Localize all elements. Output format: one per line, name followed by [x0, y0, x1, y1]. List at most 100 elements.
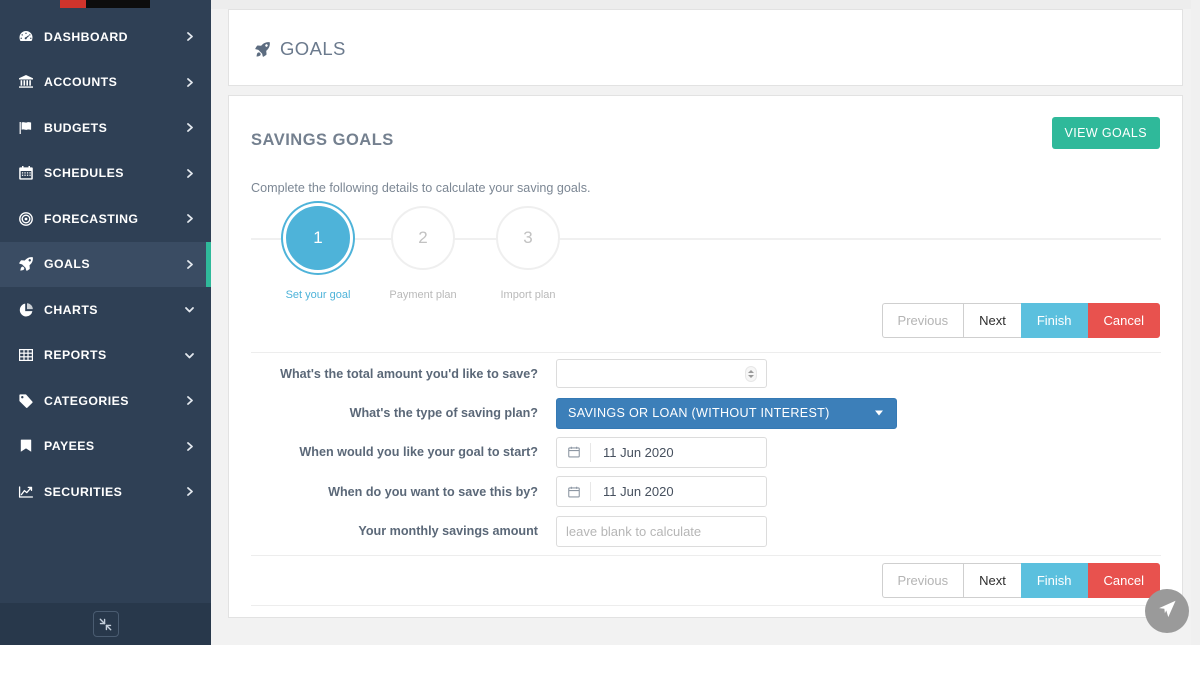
right-strip: [1191, 0, 1200, 675]
step-number-circle[interactable]: 1: [286, 206, 350, 270]
form-label: When would you like your goal to start?: [251, 445, 556, 459]
page-title: GOALS: [254, 38, 346, 60]
stepper-up-icon: [748, 370, 754, 373]
next-button[interactable]: Next: [963, 303, 1021, 338]
app-root: DASHBOARD ACCOUNTS BUDGETS: [0, 0, 1200, 675]
calendar-icon: [18, 165, 44, 181]
sidebar-item-budgets[interactable]: BUDGETS: [0, 105, 211, 151]
end-date-field[interactable]: 11 Jun 2020: [556, 476, 767, 507]
next-button[interactable]: Next: [963, 563, 1021, 598]
saving-plan-selected-value: SAVINGS OR LOAN (WITHOUT INTEREST): [568, 406, 830, 420]
step-caption: Import plan: [493, 289, 563, 301]
chevron-right-icon: [184, 259, 195, 270]
page-title-text: GOALS: [280, 38, 346, 60]
chevron-down-icon: [184, 304, 195, 315]
sidebar-item-accounts[interactable]: ACCOUNTS: [0, 60, 211, 106]
form-control: [556, 359, 767, 388]
sidebar-item-reports[interactable]: REPORTS: [0, 333, 211, 379]
form-row-end-date: When do you want to save this by? 11 Jun…: [251, 472, 1161, 511]
number-stepper[interactable]: [745, 366, 757, 382]
form-row-monthly-amount: Your monthly savings amount: [251, 512, 1161, 551]
bookmark-icon: [18, 438, 44, 454]
previous-button[interactable]: Previous: [882, 303, 964, 338]
sidebar-item-securities[interactable]: SECURITIES: [0, 469, 211, 515]
calendar-icon[interactable]: [557, 482, 591, 501]
savings-goal-form: What's the total amount you'd like to sa…: [251, 354, 1161, 551]
sidebar-item-dashboard[interactable]: DASHBOARD: [0, 14, 211, 60]
chevron-right-icon: [184, 395, 195, 406]
sidebar-item-schedules[interactable]: SCHEDULES: [0, 151, 211, 197]
compress-icon[interactable]: [93, 611, 119, 637]
total-amount-input[interactable]: [556, 359, 767, 388]
chevron-right-icon: [184, 77, 195, 88]
wizard-step-1[interactable]: 1 Set your goal: [283, 203, 353, 301]
total-amount-wrapper: [556, 359, 767, 388]
app-logo[interactable]: [0, 0, 211, 8]
cancel-button[interactable]: Cancel: [1088, 303, 1160, 338]
chevron-right-icon: [184, 122, 195, 133]
sidebar-item-payees[interactable]: PAYEES: [0, 424, 211, 470]
sidebar-item-label: SCHEDULES: [44, 166, 184, 180]
wizard-step-3[interactable]: 3 Import plan: [493, 203, 563, 301]
bottom-strip: [0, 645, 1200, 675]
send-feedback-fab[interactable]: [1145, 589, 1189, 633]
sidebar-item-label: PAYEES: [44, 439, 184, 453]
view-goals-button[interactable]: VIEW GOALS: [1052, 117, 1161, 149]
card-title: SAVINGS GOALS: [251, 131, 394, 150]
form-control: [556, 516, 767, 547]
sidebar: DASHBOARD ACCOUNTS BUDGETS: [0, 0, 211, 645]
savings-goals-card: SAVINGS GOALS VIEW GOALS Complete the fo…: [228, 95, 1183, 618]
target-icon: [18, 211, 44, 227]
sidebar-item-goals[interactable]: GOALS: [0, 242, 211, 288]
chevron-right-icon: [184, 441, 195, 452]
form-label: What's the total amount you'd like to sa…: [251, 367, 556, 381]
chevron-right-icon: [184, 31, 195, 42]
finish-button[interactable]: Finish: [1021, 303, 1088, 338]
step-number-circle[interactable]: 3: [496, 206, 560, 270]
monthly-savings-input[interactable]: [556, 516, 767, 547]
wizard-stepper: 1 Set your goal 2 Payment plan 3 Import …: [251, 203, 1161, 303]
form-row-total-amount: What's the total amount you'd like to sa…: [251, 354, 1161, 393]
sidebar-item-charts[interactable]: CHARTS: [0, 287, 211, 333]
sidebar-item-label: ACCOUNTS: [44, 75, 184, 89]
table-icon: [18, 347, 44, 363]
saving-plan-select[interactable]: SAVINGS OR LOAN (WITHOUT INTEREST): [556, 398, 897, 429]
flag-icon: [18, 120, 44, 136]
chevron-down-icon: [184, 350, 195, 361]
form-row-start-date: When would you like your goal to start? …: [251, 433, 1161, 472]
divider: [251, 605, 1161, 606]
send-icon: [1157, 598, 1178, 624]
sidebar-item-label: DASHBOARD: [44, 30, 184, 44]
form-control: SAVINGS OR LOAN (WITHOUT INTEREST): [556, 398, 897, 429]
tag-icon: [18, 393, 44, 409]
calendar-icon[interactable]: [557, 443, 591, 462]
previous-button[interactable]: Previous: [882, 563, 964, 598]
sidebar-footer: [0, 603, 211, 645]
form-label: Your monthly savings amount: [251, 524, 556, 538]
wizard-step-2[interactable]: 2 Payment plan: [388, 203, 458, 301]
chevron-right-icon: [184, 486, 195, 497]
sidebar-item-label: FORECASTING: [44, 212, 184, 226]
divider: [251, 352, 1161, 353]
rocket-icon: [18, 256, 44, 272]
line-chart-icon: [18, 484, 44, 500]
start-date-field[interactable]: 11 Jun 2020: [556, 437, 767, 468]
step-number-circle[interactable]: 2: [391, 206, 455, 270]
chevron-right-icon: [184, 168, 195, 179]
step-caption: Payment plan: [388, 289, 458, 301]
wizard-nav-buttons-bottom: Previous Next Finish Cancel: [882, 563, 1160, 598]
dashboard-icon: [18, 29, 44, 45]
sidebar-item-label: CATEGORIES: [44, 394, 184, 408]
form-control: 11 Jun 2020: [556, 437, 767, 468]
sidebar-item-categories[interactable]: CATEGORIES: [0, 378, 211, 424]
sidebar-nav: DASHBOARD ACCOUNTS BUDGETS: [0, 14, 211, 515]
cancel-button[interactable]: Cancel: [1088, 563, 1160, 598]
sidebar-item-label: GOALS: [44, 257, 184, 271]
finish-button[interactable]: Finish: [1021, 563, 1088, 598]
sidebar-item-forecasting[interactable]: FORECASTING: [0, 196, 211, 242]
wizard-nav-buttons-top: Previous Next Finish Cancel: [882, 303, 1160, 338]
form-control: 11 Jun 2020: [556, 476, 767, 507]
step-caption: Set your goal: [283, 289, 353, 301]
sidebar-item-label: BUDGETS: [44, 121, 184, 135]
divider: [251, 555, 1161, 556]
